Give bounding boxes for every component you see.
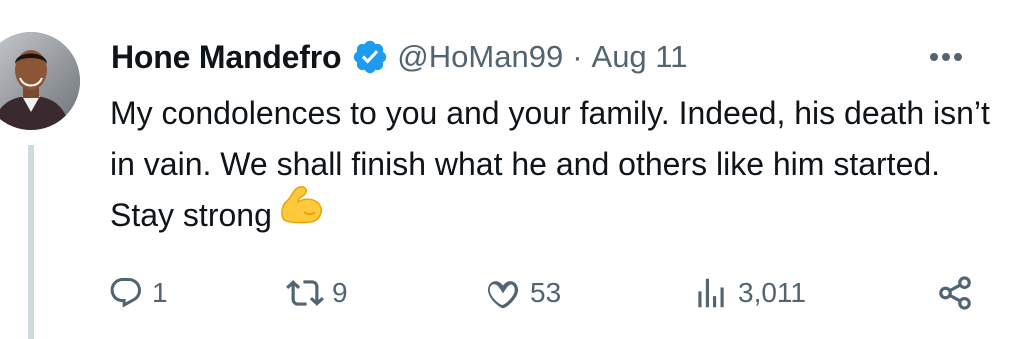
tweet-header: Hone Mandefro @HoMan99 · Aug 11 — [111, 34, 989, 80]
thread-line — [28, 145, 34, 339]
views-icon — [698, 278, 724, 308]
tweet-actions: 1 9 53 3,011 — [108, 268, 988, 318]
retweet-button[interactable]: 9 — [286, 268, 348, 318]
avatar[interactable] — [0, 32, 80, 130]
flexed-biceps-emoji — [278, 184, 324, 239]
views-button[interactable]: 3,011 — [692, 268, 806, 318]
more-options-button[interactable] — [921, 34, 971, 80]
header-separator: · — [572, 39, 583, 74]
avatar-photo — [0, 32, 80, 130]
views-count: 3,011 — [738, 277, 806, 308]
share-button[interactable] — [936, 268, 974, 318]
like-count: 53 — [530, 277, 562, 308]
like-button[interactable]: 53 — [484, 268, 561, 318]
tweet-text: My condolences to you and your family. I… — [110, 95, 990, 233]
share-icon — [939, 276, 971, 310]
retweet-icon — [286, 280, 324, 306]
author-handle[interactable]: @HoMan99 — [397, 39, 563, 75]
reply-icon — [110, 278, 141, 308]
reply-count: 1 — [152, 277, 168, 308]
heart-icon — [487, 281, 519, 309]
author-name[interactable]: Hone Mandefro — [111, 39, 341, 76]
more-options-icon — [930, 53, 962, 61]
reply-button[interactable]: 1 — [108, 268, 168, 318]
verified-badge-icon — [354, 40, 387, 74]
retweet-count: 9 — [332, 277, 348, 308]
tweet-text-container: My condolences to you and your family. I… — [110, 88, 990, 245]
tweet-date[interactable]: Aug 11 — [592, 39, 688, 75]
